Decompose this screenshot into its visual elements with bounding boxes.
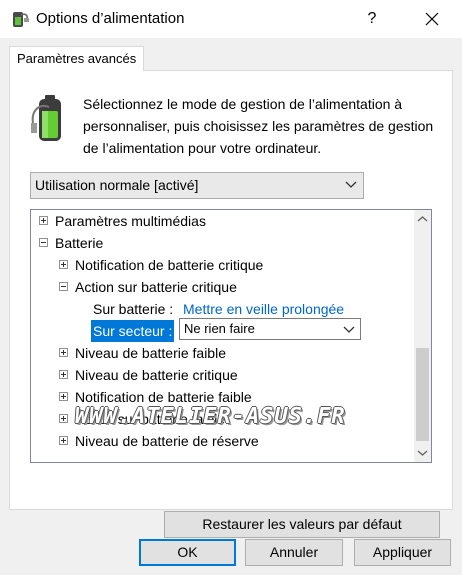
cancel-button[interactable]: Annuler	[245, 539, 343, 566]
expand-icon[interactable]	[59, 414, 68, 423]
expand-icon[interactable]	[59, 260, 68, 269]
expand-icon[interactable]	[39, 216, 48, 225]
expand-icon[interactable]	[59, 436, 68, 445]
collapse-icon[interactable]	[59, 282, 68, 291]
tree-item-label: Action sur batterie critique	[75, 279, 237, 295]
collapse-icon[interactable]	[39, 238, 48, 247]
watermark: WWW.ATELIER-ASUS.FR	[75, 404, 346, 429]
battery-icon	[31, 95, 61, 141]
setting-key-label: Sur batterie :	[93, 301, 174, 317]
tree-item-label: Notification de batterie critique	[75, 257, 264, 273]
title-bar: Options d’alimentation ?	[0, 0, 462, 38]
help-button[interactable]: ?	[350, 0, 394, 38]
tree-item-label: Batterie	[55, 235, 104, 251]
setting-on-battery[interactable]: Sur batterie : Mettre en veille prolongé…	[31, 298, 411, 320]
close-button[interactable]	[410, 0, 454, 38]
expand-icon[interactable]	[59, 370, 68, 379]
close-icon	[425, 12, 439, 26]
tree-item-label: Niveau de batterie faible	[75, 345, 226, 361]
expand-icon[interactable]	[59, 392, 68, 401]
power-plan-select[interactable]: Utilisation normale [activé]	[30, 172, 364, 199]
advanced-settings-panel: Sélectionnez le mode de gestion de l’ali…	[9, 70, 453, 538]
plugged-in-select[interactable]: Ne rien faire	[179, 318, 361, 340]
tree-scrollbar[interactable]	[414, 210, 431, 462]
chevron-down-icon	[345, 181, 357, 188]
tree-item-label: Niveau de batterie critique	[75, 367, 238, 383]
power-options-icon	[13, 12, 29, 27]
expand-icon[interactable]	[59, 348, 68, 357]
plugged-in-value: Ne rien faire	[184, 321, 255, 336]
tree-item-label: Paramètres multimédias	[55, 213, 206, 229]
tab-advanced-settings[interactable]: Paramètres avancés	[9, 46, 145, 71]
dialog-client-area: Paramètres avancés Sélectionnez le mode …	[0, 38, 462, 575]
scroll-up-icon[interactable]	[417, 214, 428, 225]
intro-text: Sélectionnez le mode de gestion de l’ali…	[83, 96, 434, 156]
restore-defaults-button[interactable]: Restaurer les valeurs par défaut	[164, 511, 440, 538]
setting-key-label: Sur secteur :	[91, 320, 175, 342]
scroll-down-icon[interactable]	[417, 447, 428, 458]
scrollbar-thumb[interactable]	[416, 348, 429, 441]
setting-value-link[interactable]: Mettre en veille prolongée	[183, 298, 344, 320]
tree-item-label: Niveau de batterie de réserve	[75, 433, 259, 449]
chevron-down-icon	[343, 326, 355, 333]
window-title: Options d’alimentation	[36, 10, 185, 27]
power-plan-value: Utilisation normale [activé]	[35, 177, 199, 193]
apply-button[interactable]: Appliquer	[354, 539, 451, 566]
ok-button[interactable]: OK	[139, 539, 236, 566]
